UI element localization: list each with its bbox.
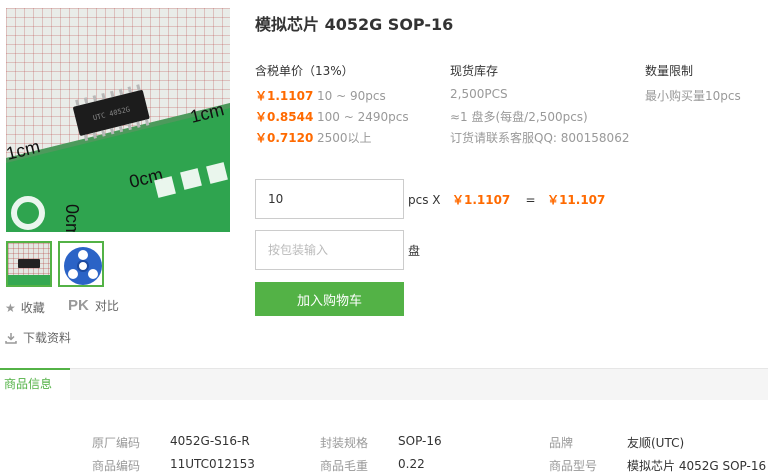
tier-quantity: 2500以上 <box>317 131 372 145</box>
package-unit: 盘 <box>408 244 421 258</box>
ruler-label: 0cm <box>62 204 82 232</box>
download-button[interactable]: 下载资料 <box>5 329 71 346</box>
info-label: 商品毛重 <box>320 459 369 473</box>
info-value: 11UTC012153 <box>170 457 255 471</box>
tab-product-info[interactable]: 商品信息 <box>0 368 70 401</box>
tier-price: ￥0.7120 <box>255 131 314 145</box>
package-input[interactable] <box>255 230 404 270</box>
tier-price: ￥1.1107 <box>255 89 314 103</box>
info-label: 原厂编码 <box>92 436 141 450</box>
download-label: 下载资料 <box>23 331 72 345</box>
info-label: 商品编码 <box>92 459 141 473</box>
table-row: 商品编码 11UTC012153 商品毛重 0.22 商品型号 模拟芯片 405… <box>0 457 768 474</box>
stock-header: 现货库存 <box>450 64 499 78</box>
min-purchase: 最小购买量10pcs <box>645 89 741 103</box>
compare-button[interactable]: PK 对比 <box>68 297 119 314</box>
thumbnail-chip[interactable] <box>6 241 52 287</box>
unit-label: pcs X <box>408 193 441 207</box>
info-label: 品牌 <box>549 436 574 450</box>
info-value: 模拟芯片 4052G SOP-16 <box>627 459 767 473</box>
stock-contact: 订货请联系客服QQ: 800158062 <box>450 131 630 145</box>
star-icon: ★ <box>5 300 16 315</box>
price-tier: ￥0.7120 2500以上 <box>255 129 372 146</box>
table-row: 原厂编码 4052G-S16-R 封装规格 SOP-16 品牌 友顺(UTC) <box>0 434 768 454</box>
info-value: 友顺(UTC) <box>627 436 685 450</box>
chip-thumbnail-graphic <box>18 259 40 268</box>
info-label: 商品型号 <box>549 459 598 473</box>
tier-price: ￥0.8544 <box>255 110 314 124</box>
unit-price: ￥1.1107 <box>451 193 511 207</box>
tier-quantity: 10 ~ 90pcs <box>317 89 386 103</box>
equals-sign: = <box>525 193 536 207</box>
price-header: 含税单价（13%） <box>255 64 354 78</box>
stock-reels: ≈1 盘多(每盘/2,500pcs) <box>450 110 588 124</box>
detail-tab-bar: 商品信息 <box>0 368 768 401</box>
price-tier: ￥1.1107 10 ~ 90pcs <box>255 87 386 104</box>
price-tier: ￥0.8544 100 ~ 2490pcs <box>255 108 409 125</box>
price-calculation: pcs X ￥1.1107 = ￥11.107 <box>408 191 605 208</box>
tier-quantity: 100 ~ 2490pcs <box>317 110 409 124</box>
product-main-image[interactable]: UTC 4052G 1cm 0cm 0cm 1cm <box>6 8 230 232</box>
thumbnail-reel[interactable] <box>58 241 104 287</box>
favorite-label: 收藏 <box>20 301 45 315</box>
thumbnail-list <box>6 241 104 287</box>
product-photo: UTC 4052G 1cm 0cm 0cm 1cm <box>6 84 230 232</box>
reel-icon <box>64 247 102 285</box>
add-to-cart-button[interactable]: 加入购物车 <box>255 282 404 316</box>
stock-quantity: 2,500PCS <box>450 87 508 101</box>
favorite-button[interactable]: ★ 收藏 <box>5 299 45 316</box>
compare-label: 对比 <box>94 299 119 313</box>
download-icon <box>5 332 17 344</box>
pk-icon: PK <box>68 297 89 314</box>
info-value: 0.22 <box>398 457 425 471</box>
total-price: ￥11.107 <box>547 193 606 207</box>
limit-header: 数量限制 <box>645 64 694 78</box>
product-title: 模拟芯片 4052G SOP-16 <box>255 15 454 34</box>
info-value: 4052G-S16-R <box>170 434 250 448</box>
quantity-input[interactable] <box>255 179 404 219</box>
info-label: 封装规格 <box>320 436 369 450</box>
info-value: SOP-16 <box>398 434 442 448</box>
